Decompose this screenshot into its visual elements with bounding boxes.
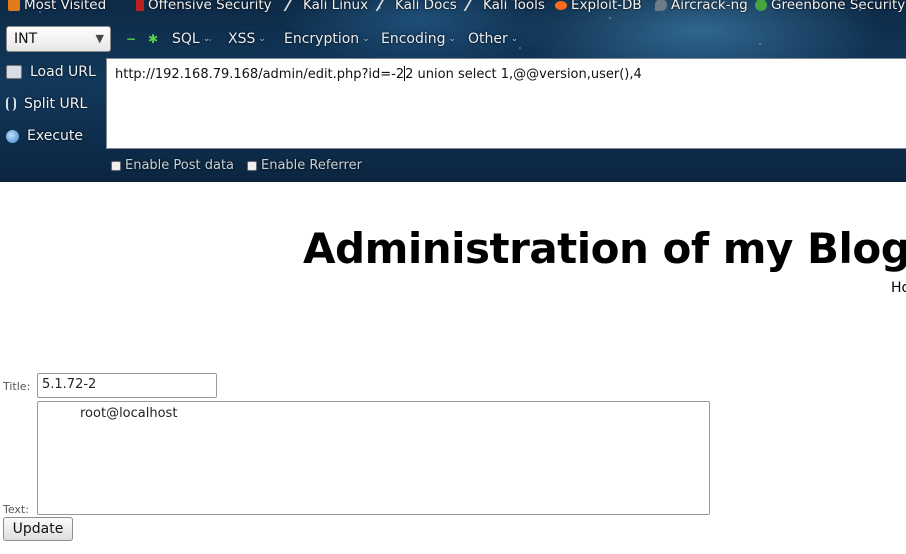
bookmark-kali-docs[interactable]: Kali Docs bbox=[375, 0, 457, 14]
bookmark-most-visited[interactable]: Most Visited bbox=[8, 0, 106, 14]
menu-label: Other bbox=[468, 31, 508, 47]
option-label: Enable Post data bbox=[125, 158, 235, 173]
chevron-down-icon: ⌄ bbox=[258, 34, 266, 44]
bookmark-exploit-db[interactable]: Exploit-DB bbox=[555, 0, 642, 14]
menu-label: SQL bbox=[172, 31, 200, 47]
bookmark-label: Kali Docs bbox=[395, 0, 457, 13]
text-textarea[interactable]: root@localhost bbox=[37, 401, 710, 515]
bookmark-aircrack-ng[interactable]: Aircrack-ng bbox=[655, 0, 748, 14]
bookmark-label: Most Visited bbox=[24, 0, 107, 13]
enable-post-data-checkbox[interactable]: Enable Post data bbox=[111, 158, 234, 173]
load-url-button[interactable]: Load URL bbox=[6, 61, 96, 83]
option-label: Enable Referrer bbox=[261, 158, 362, 173]
kali-tools-icon bbox=[463, 0, 483, 11]
chevron-down-icon: ⌄ bbox=[510, 34, 519, 44]
menu-encryption[interactable]: Encryption ⌄ bbox=[284, 30, 370, 48]
menu-label: Encoding bbox=[381, 31, 446, 47]
menu-label: XSS bbox=[228, 31, 256, 47]
offensive-security-icon bbox=[136, 0, 144, 11]
bookmark-kali-linux[interactable]: Kali Linux bbox=[283, 0, 369, 14]
enable-referrer-checkbox[interactable]: Enable Referrer bbox=[247, 158, 362, 173]
update-button[interactable]: Update bbox=[3, 517, 73, 541]
page-title: Administration of my Blog bbox=[303, 224, 906, 273]
url-text-before-cursor: http://192.168.79.168/admin/edit.php?id=… bbox=[115, 67, 405, 82]
scissors-icon bbox=[6, 97, 16, 111]
kali-linux-icon bbox=[283, 0, 303, 11]
action-label: Split URL bbox=[24, 96, 88, 112]
chevron-down-icon: ▼ bbox=[95, 32, 104, 45]
greenbone-icon bbox=[755, 0, 767, 11]
checkbox-box[interactable] bbox=[111, 160, 121, 171]
execute-icon bbox=[6, 129, 19, 143]
bookmark-kali-tools[interactable]: Kali Tools bbox=[463, 0, 545, 14]
bookmark-label: Kali Tools bbox=[483, 0, 545, 13]
bookmark-label: Aircrack-ng bbox=[671, 0, 748, 13]
menu-label: Encryption bbox=[284, 31, 360, 47]
bookmark-label: Greenbone Security bbox=[771, 0, 906, 13]
bookmark-greenbone-security[interactable]: Greenbone Security bbox=[755, 0, 905, 14]
bookmark-label: Kali Linux bbox=[303, 0, 369, 13]
title-label: Title: bbox=[3, 380, 31, 393]
home-link[interactable]: Ho bbox=[891, 280, 906, 296]
injection-type-value: INT bbox=[14, 31, 38, 47]
load-url-icon bbox=[6, 65, 22, 79]
injection-type-select[interactable]: INT ▼ bbox=[6, 26, 111, 52]
split-url-button[interactable]: Split URL bbox=[6, 93, 87, 115]
action-label: Execute bbox=[27, 128, 83, 144]
chevron-down-icon: ⌄ bbox=[202, 34, 211, 44]
action-label: Load URL bbox=[30, 64, 96, 80]
url-textarea[interactable]: http://192.168.79.168/admin/edit.php?id=… bbox=[106, 58, 906, 149]
text-label: Text: bbox=[3, 503, 29, 516]
aircrack-icon bbox=[655, 0, 667, 11]
checkbox-box[interactable] bbox=[247, 160, 257, 171]
bookmarks-bar: Most Visited Offensive Security Kali Lin… bbox=[0, 0, 906, 16]
url-text-after-cursor: 2 union select 1,@@version,user(),4 bbox=[405, 67, 642, 82]
hackbar-minus-icon[interactable]: − bbox=[126, 32, 136, 46]
menu-xss[interactable]: XSS ⌄ bbox=[228, 30, 266, 48]
chevron-down-icon: ⌄ bbox=[362, 34, 370, 44]
title-input[interactable]: 5.1.72-2 bbox=[37, 373, 217, 398]
bookmark-label: Exploit-DB bbox=[571, 0, 642, 13]
exploit-db-icon bbox=[555, 0, 567, 10]
menu-other[interactable]: Other ⌄ bbox=[468, 30, 518, 48]
kali-docs-icon bbox=[375, 0, 395, 11]
menu-sql[interactable]: SQL ⌄ bbox=[172, 30, 210, 48]
most-visited-icon bbox=[8, 0, 20, 11]
menu-encoding[interactable]: Encoding ⌄ bbox=[381, 30, 456, 48]
hackbar-plus-icon[interactable]: ✱ bbox=[148, 32, 158, 46]
bookmark-offensive-security[interactable]: Offensive Security bbox=[136, 0, 272, 14]
execute-button[interactable]: Execute bbox=[6, 125, 83, 147]
chevron-down-icon: ⌄ bbox=[448, 34, 457, 44]
bookmark-label: Offensive Security bbox=[148, 0, 272, 13]
